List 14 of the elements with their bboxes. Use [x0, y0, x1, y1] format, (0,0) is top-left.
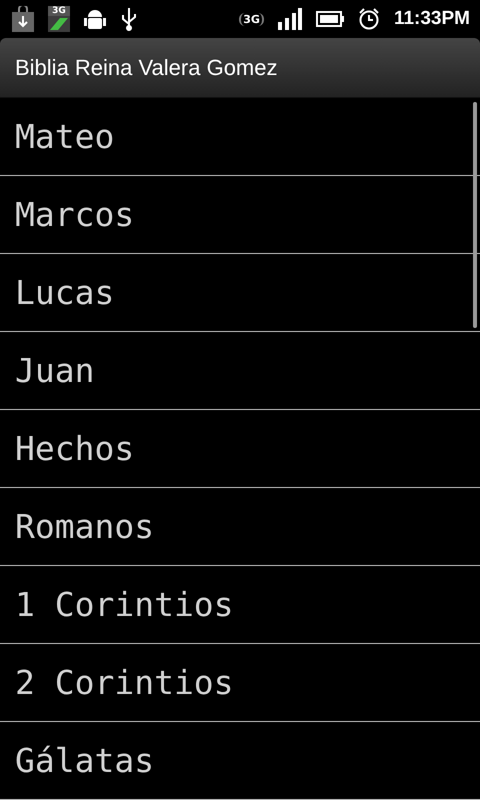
battery-icon: [316, 11, 344, 27]
signal-icon: [278, 8, 302, 30]
book-list-item[interactable]: Romanos: [0, 488, 480, 566]
app-title: Biblia Reina Valera Gomez: [15, 54, 278, 80]
alarm-clock-icon: [358, 8, 380, 30]
sim-data-icon: 3G: [48, 6, 70, 32]
book-list-item[interactable]: 1 Corintios: [0, 566, 480, 644]
usb-icon: [120, 6, 138, 32]
book-list-item[interactable]: Gálatas: [0, 722, 480, 800]
book-list-item[interactable]: Hechos: [0, 410, 480, 488]
download-icon: [12, 6, 34, 32]
clock-time: 11:33PM: [394, 8, 470, 30]
book-list-item[interactable]: Juan: [0, 332, 480, 410]
book-list-item[interactable]: 2 Corintios: [0, 644, 480, 722]
